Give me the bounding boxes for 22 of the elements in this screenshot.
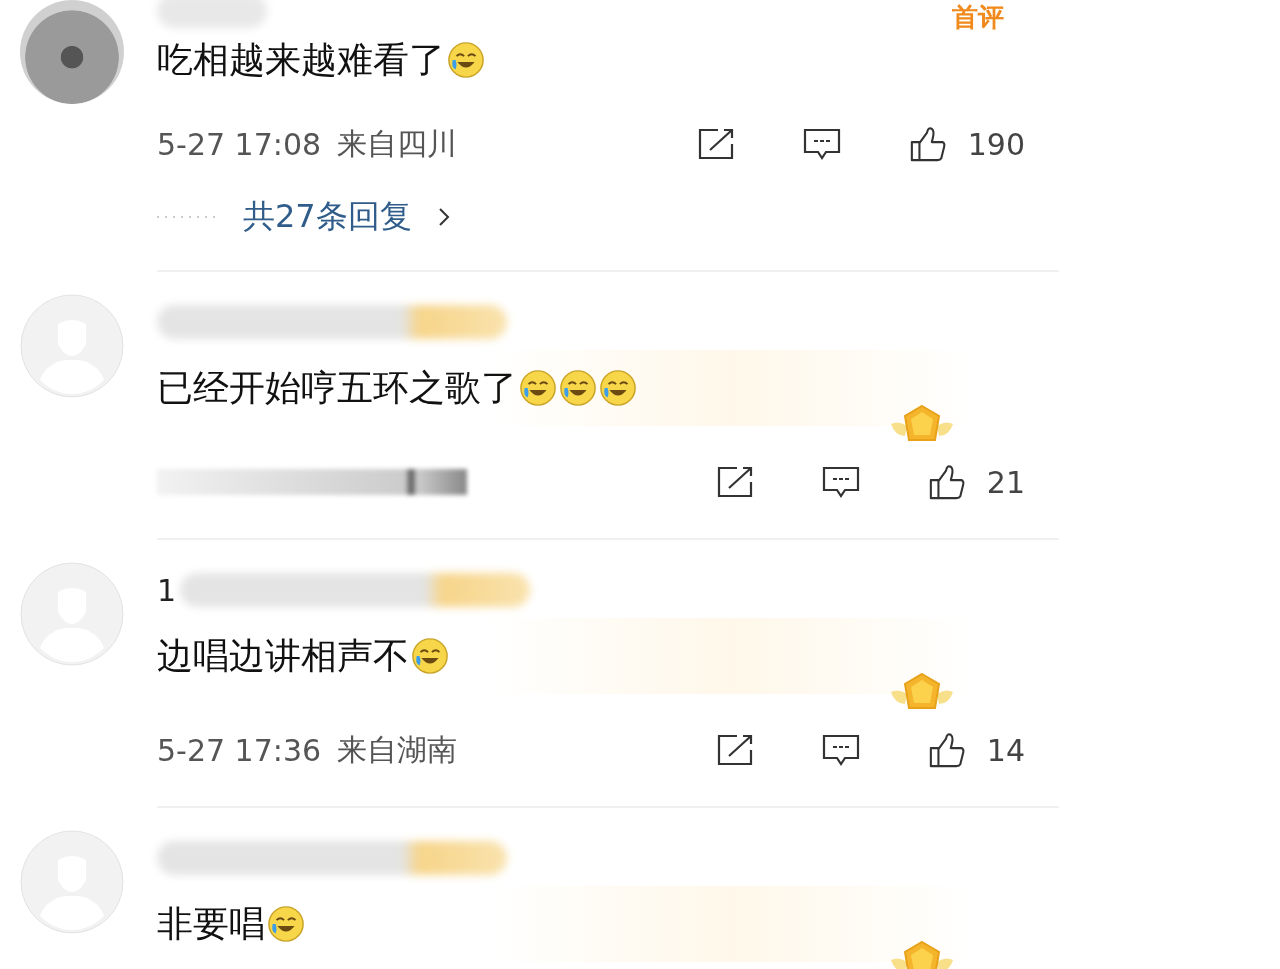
laughing-crying-emoji-icon [411, 637, 449, 675]
laughing-crying-emoji-icon [599, 369, 637, 407]
dotted-line-icon [157, 215, 217, 219]
comment-time: 5-27 17:08 [157, 126, 322, 162]
first-comment-label: 首评 [952, 1, 1004, 34]
comment-location: 来自四川 [337, 124, 458, 163]
comment-time: 5-27 17:36 [157, 732, 322, 768]
laughing-crying-emoji-icon [267, 905, 305, 943]
view-replies-link[interactable]: 共27条回复 [243, 195, 412, 239]
comment-text: 边唱边讲相声不 [157, 633, 409, 678]
chevron-right-icon[interactable] [437, 207, 450, 227]
laughing-crying-emoji-icon [559, 369, 597, 407]
like-count: 21 [986, 464, 1025, 500]
laughing-crying-emoji-icon [447, 41, 485, 79]
like-count: 14 [986, 732, 1025, 768]
comment-text: 吃相越来越难看了 [157, 37, 445, 82]
comment-text: 已经开始哼五环之歌了 [157, 365, 517, 410]
laughing-crying-emoji-icon [519, 369, 557, 407]
comment-location: 来自湖南 [337, 730, 458, 769]
username[interactable]: 1 [157, 572, 177, 608]
like-count: 190 [967, 126, 1025, 162]
comment-text: 非要唱 [157, 901, 265, 946]
